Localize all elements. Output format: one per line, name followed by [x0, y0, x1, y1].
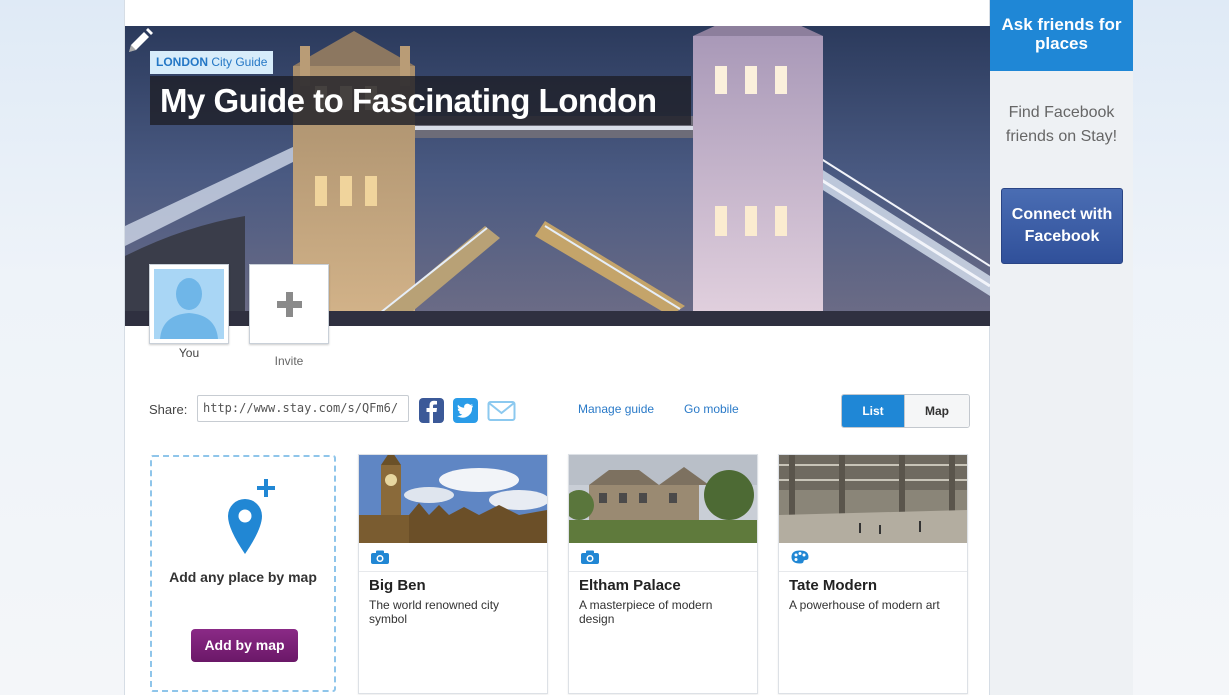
connect-facebook-button[interactable]: Connect with Facebook [1001, 188, 1123, 264]
view-toggle: List Map [841, 394, 970, 428]
main-content: LONDON City Guide My Guide to Fascinatin… [124, 0, 990, 695]
place-description: The world renowned city symbol [369, 598, 500, 626]
palette-icon [791, 550, 809, 564]
place-card-big-ben[interactable]: Big Ben The world renowned city symbol [358, 454, 548, 694]
big-ben-photo [359, 455, 547, 543]
place-card-eltham-palace[interactable]: Eltham Palace A masterpiece of modern de… [568, 454, 758, 694]
list-view-button[interactable]: List [842, 395, 904, 427]
place-card-tate-modern[interactable]: Tate Modern A powerhouse of modern art [778, 454, 968, 694]
card-divider [779, 571, 967, 572]
ask-friends-header: Ask friends for places [990, 0, 1133, 71]
share-url-input[interactable]: http://www.stay.com/s/QFm6/ [197, 395, 409, 422]
city-name: LONDON [156, 55, 208, 69]
share-label: Share: [149, 402, 188, 417]
pencil-icon[interactable] [125, 26, 155, 56]
invite-label: Invite [274, 354, 304, 368]
user-silhouette-icon [160, 278, 218, 339]
add-place-card[interactable]: Add any place by map Add by map [150, 455, 336, 692]
camera-icon [581, 550, 599, 564]
avatar-you[interactable] [149, 264, 229, 344]
map-view-button[interactable]: Map [904, 395, 969, 427]
card-divider [359, 571, 547, 572]
facebook-icon[interactable] [419, 398, 444, 423]
camera-icon [371, 550, 389, 564]
place-name[interactable]: Big Ben [369, 577, 426, 594]
tate-modern-photo [779, 455, 967, 543]
card-divider [569, 571, 757, 572]
email-icon[interactable] [487, 398, 516, 423]
guide-title: My Guide to Fascinating London [150, 76, 691, 125]
city-suffix: City Guide [211, 55, 268, 69]
city-guide-tag[interactable]: LONDON City Guide [150, 51, 274, 74]
place-name[interactable]: Eltham Palace [579, 577, 681, 594]
manage-guide-link[interactable]: Manage guide [578, 402, 654, 416]
invite-button[interactable] [249, 264, 329, 344]
add-location-pin-icon [228, 479, 275, 554]
go-mobile-link[interactable]: Go mobile [684, 402, 739, 416]
add-place-text: Add any place by map [169, 569, 317, 585]
avatar-placeholder [154, 269, 224, 339]
plus-icon [277, 292, 302, 317]
add-by-map-button[interactable]: Add by map [191, 629, 298, 662]
find-friends-text: Find Facebook friends on Stay! [1005, 104, 1118, 145]
place-description: A masterpiece of modern design [579, 598, 713, 626]
eltham-palace-photo [569, 455, 757, 543]
you-label: You [178, 346, 200, 360]
share-bar: Share: http://www.stay.com/s/QFm6/ Manag… [125, 394, 990, 428]
place-description: A powerhouse of modern art [789, 598, 940, 612]
place-name[interactable]: Tate Modern [789, 577, 877, 594]
friends-sidebar: Ask friends for places Find Facebook fri… [990, 0, 1133, 695]
twitter-icon[interactable] [453, 398, 478, 423]
